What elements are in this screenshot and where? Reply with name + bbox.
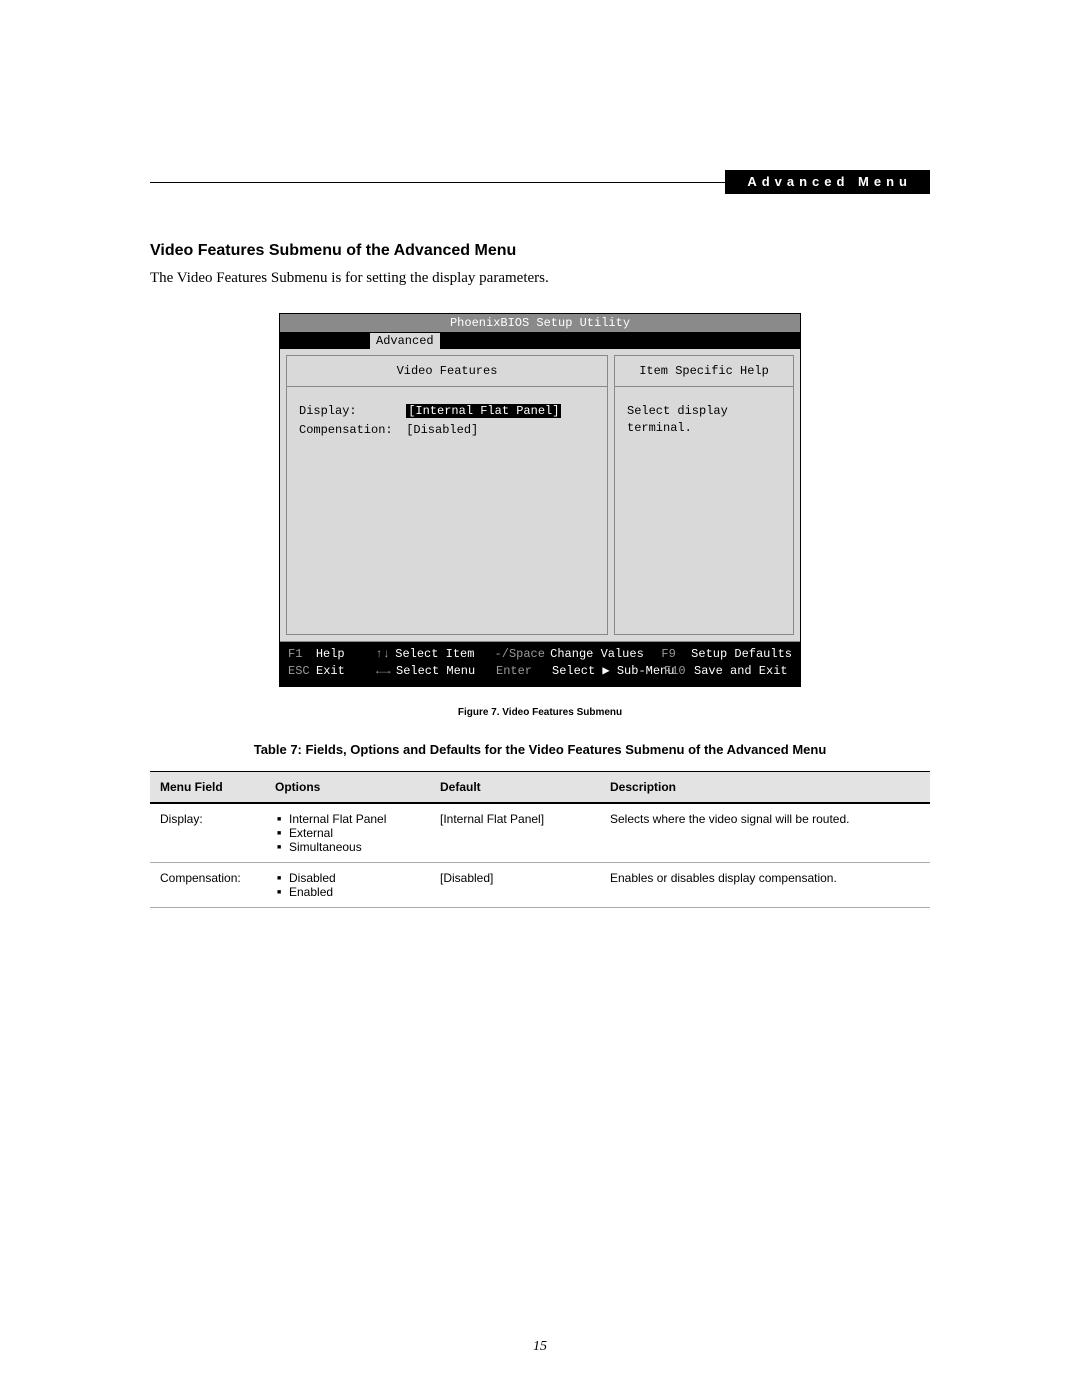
field-display-value[interactable]: [Internal Flat Panel]	[406, 404, 561, 418]
label-exit: Exit	[316, 663, 376, 680]
key-f1: F1	[288, 646, 316, 663]
field-display-label: Display:	[299, 403, 399, 420]
cell-default: [Internal Flat Panel]	[430, 803, 600, 863]
key-enter: Enter	[496, 663, 552, 680]
key-updown: ↑↓	[375, 646, 395, 663]
col-default: Default	[430, 771, 600, 803]
label-change-values: Change Values	[550, 646, 661, 663]
fields-table: Menu Field Options Default Description D…	[150, 771, 930, 908]
cell-options: Internal Flat Panel External Simultaneou…	[265, 803, 430, 863]
col-description: Description	[600, 771, 930, 803]
tab-advanced[interactable]: Advanced	[370, 333, 440, 349]
figure-caption: Figure 7. Video Features Submenu	[150, 707, 930, 718]
label-help: Help	[316, 646, 376, 663]
list-item: External	[289, 826, 420, 840]
section-intro: The Video Features Submenu is for settin…	[150, 270, 930, 287]
list-item: Disabled	[289, 871, 420, 885]
bios-window: PhoenixBIOS Setup Utility Advanced Video…	[279, 313, 801, 687]
bios-title: PhoenixBIOS Setup Utility	[280, 314, 800, 333]
right-panel-title: Item Specific Help	[615, 356, 793, 387]
bios-tabbar: Advanced	[280, 333, 800, 349]
key-minus-space: -/Space	[495, 646, 551, 663]
left-panel-title: Video Features	[287, 356, 607, 387]
cell-description: Selects where the video signal will be r…	[600, 803, 930, 863]
col-menu-field: Menu Field	[150, 771, 265, 803]
key-esc: ESC	[288, 663, 316, 680]
key-f9: F9	[661, 646, 691, 663]
label-select-item: Select Item	[395, 646, 494, 663]
chapter-label: Advanced Menu	[725, 170, 930, 194]
field-display[interactable]: Display: [Internal Flat Panel]	[299, 403, 595, 420]
table-row: Compensation: Disabled Enabled [Disabled…	[150, 862, 930, 907]
label-select-menu: Select Menu	[396, 663, 496, 680]
col-options: Options	[265, 771, 430, 803]
cell-description: Enables or disables display compensation…	[600, 862, 930, 907]
header-bar: Advanced Menu	[150, 170, 930, 194]
cell-options: Disabled Enabled	[265, 862, 430, 907]
field-compensation[interactable]: Compensation: [Disabled]	[299, 422, 595, 439]
key-leftright: ←→	[376, 663, 396, 680]
table-row: Display: Internal Flat Panel External Si…	[150, 803, 930, 863]
table-caption: Table 7: Fields, Options and Defaults fo…	[150, 742, 930, 757]
key-f10: F10	[664, 663, 694, 680]
list-item: Internal Flat Panel	[289, 812, 420, 826]
help-text: Select display terminal.	[615, 387, 793, 453]
list-item: Enabled	[289, 885, 420, 899]
field-compensation-value[interactable]: [Disabled]	[406, 423, 478, 437]
label-select-submenu: Select ▶ Sub-Menu	[552, 663, 664, 680]
label-setup-defaults: Setup Defaults	[691, 646, 792, 663]
header-rule	[150, 182, 725, 183]
bios-right-panel: Item Specific Help Select display termin…	[614, 355, 794, 635]
field-compensation-label: Compensation:	[299, 422, 399, 439]
list-item: Simultaneous	[289, 840, 420, 854]
bios-left-panel: Video Features Display: [Internal Flat P…	[286, 355, 608, 635]
page-number: 15	[0, 1339, 1080, 1355]
bios-footer: F1 Help ↑↓ Select Item -/Space Change Va…	[280, 642, 800, 686]
cell-field: Compensation:	[150, 862, 265, 907]
label-save-exit: Save and Exit	[694, 663, 788, 680]
cell-field: Display:	[150, 803, 265, 863]
section-title: Video Features Submenu of the Advanced M…	[150, 242, 930, 260]
cell-default: [Disabled]	[430, 862, 600, 907]
